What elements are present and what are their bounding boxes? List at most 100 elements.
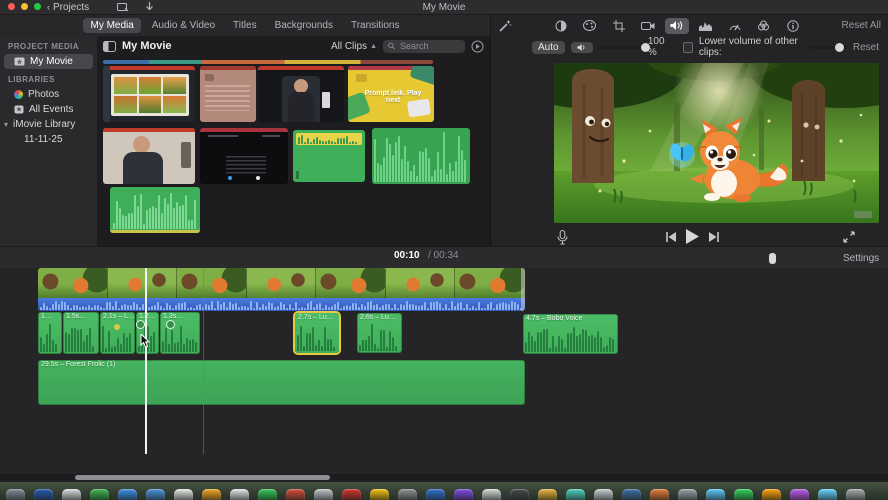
filmstrip-frame [177, 268, 247, 298]
mute-button[interactable] [570, 41, 593, 53]
dock-app-icon[interactable] [454, 489, 473, 500]
dock-app-icon[interactable] [202, 489, 221, 500]
auto-volume-button[interactable]: Auto [531, 40, 565, 54]
thumbnail-presenter-video-dark[interactable] [258, 66, 344, 122]
speed-icon[interactable] [723, 18, 747, 34]
dock-app-icon[interactable] [622, 489, 641, 500]
dock-app-icon[interactable] [370, 489, 389, 500]
audio-clip-bobo-voice[interactable]: 4.7s – Bobo Voice [523, 314, 618, 354]
dock-app-icon[interactable] [286, 489, 305, 500]
dock-app-icon[interactable] [790, 489, 809, 500]
dock-app-icon[interactable] [734, 489, 753, 500]
dock-app-icon[interactable] [594, 489, 613, 500]
search-icon [388, 42, 395, 50]
crop-icon[interactable] [607, 18, 631, 34]
sidebar-item-all-events[interactable]: All Events [0, 102, 97, 117]
clip-filter-icon[interactable] [752, 18, 776, 34]
next-frame-button[interactable] [709, 232, 720, 242]
thumbnail-screen-recording[interactable] [200, 128, 288, 184]
thumbnail-fox-grid-video[interactable] [103, 66, 195, 122]
thumbnail-prompt-card[interactable]: Prompt link. Play next [348, 66, 434, 122]
dock-app-icon[interactable] [538, 489, 557, 500]
audio-clip-2[interactable]: 1.5s… [63, 312, 99, 354]
thumbnail-audio-clip-yellow[interactable] [293, 130, 365, 182]
dock-app-icon[interactable] [818, 489, 837, 500]
dock-app-icon[interactable] [90, 489, 109, 500]
dock-app-icon[interactable] [398, 489, 417, 500]
dock-app-icon[interactable] [846, 489, 865, 500]
dock-app-icon[interactable] [426, 489, 445, 500]
thumbnail-presenter-video-light[interactable] [103, 128, 195, 184]
record-voiceover-icon[interactable] [557, 230, 568, 245]
thumbnail-audio-clip-small[interactable] [110, 187, 200, 233]
color-correction-icon[interactable] [578, 18, 602, 34]
video-clip[interactable] [38, 268, 525, 311]
dock-app-icon[interactable] [566, 489, 585, 500]
tab-titles[interactable]: Titles [226, 18, 264, 33]
dock-app-icon[interactable] [650, 489, 669, 500]
previous-frame-button[interactable] [665, 232, 676, 242]
sidebar-toggle-icon[interactable] [103, 40, 116, 52]
play-button[interactable] [685, 229, 699, 244]
audio-clip-7[interactable]: 2.6s – Lu… [357, 313, 402, 353]
dock-app-icon[interactable] [174, 489, 193, 500]
fade-handle[interactable] [166, 320, 175, 329]
thumbnail-audio-clip-waveform[interactable] [372, 128, 470, 184]
dock-app-icon[interactable] [482, 489, 501, 500]
ducking-slider[interactable] [808, 42, 847, 52]
volume-slider[interactable] [598, 42, 650, 52]
timeline-scrollbar-track [0, 474, 888, 480]
tab-audio-video[interactable]: Audio & Video [145, 18, 222, 33]
dock-app-icon[interactable] [762, 489, 781, 500]
tab-my-media[interactable]: My Media [83, 18, 141, 33]
sidebar-item-photos[interactable]: Photos [0, 87, 97, 102]
dock-app-icon[interactable] [314, 489, 333, 500]
volume-icon[interactable] [664, 17, 689, 34]
thumbnail-notes-document[interactable] [200, 66, 256, 122]
stabilization-icon[interactable] [636, 18, 660, 34]
fullscreen-icon[interactable] [843, 231, 855, 243]
playhead[interactable] [145, 268, 147, 454]
sidebar-item-my-movie[interactable]: My Movie [4, 54, 93, 69]
audio-clip-5[interactable]: 1.3s… [160, 312, 200, 354]
color-balance-icon[interactable] [549, 18, 573, 34]
dock-app-icon[interactable] [34, 489, 53, 500]
clip-trim-handle[interactable] [521, 268, 525, 311]
tab-backgrounds[interactable]: Backgrounds [268, 18, 340, 33]
music-clip-forest-frolic[interactable]: 29.5s – Forest Frolic (1) [38, 360, 525, 405]
scrolled-thumbnail-sliver[interactable] [103, 60, 433, 64]
dock-app-icon[interactable] [342, 489, 361, 500]
fade-handle[interactable] [136, 320, 145, 329]
circled-arrow-icon[interactable] [471, 40, 484, 53]
filmstrip-frame [455, 268, 525, 298]
dock-app-icon[interactable] [118, 489, 137, 500]
dock-app-icon[interactable] [706, 489, 725, 500]
dock-app-icon[interactable] [62, 489, 81, 500]
reset-all-button[interactable]: Reset All [842, 20, 881, 31]
dock-app-icon[interactable] [510, 489, 529, 500]
filmstrip-frame [107, 268, 178, 298]
timeline-settings-button[interactable]: Settings [843, 253, 879, 264]
lower-volume-checkbox[interactable] [683, 41, 693, 53]
audio-clip-1[interactable]: 1… [38, 312, 62, 354]
audio-clip-3[interactable]: 2.1s – L… [100, 312, 135, 354]
sidebar-item-event-date[interactable]: 11-11-25 [0, 132, 97, 147]
search-input[interactable] [398, 40, 460, 52]
dock-app-icon[interactable] [6, 489, 25, 500]
timeline-scrollbar-thumb[interactable] [75, 474, 330, 480]
search-field[interactable] [383, 39, 465, 53]
tab-transitions[interactable]: Transitions [344, 18, 407, 33]
dock-app-icon[interactable] [146, 489, 165, 500]
info-icon[interactable] [781, 18, 805, 34]
dock-app-icon[interactable] [678, 489, 697, 500]
dock-app-icon[interactable] [258, 489, 277, 500]
clip-filter-dropdown[interactable]: All Clips ▲ [331, 41, 377, 52]
noise-reduction-icon[interactable] [694, 18, 718, 34]
filmstrip-frame [246, 268, 317, 298]
reset-button[interactable]: Reset [853, 42, 879, 53]
dock-app-icon[interactable] [230, 489, 249, 500]
sidebar-item-imovie-library[interactable]: ▾ iMovie Library [0, 117, 97, 132]
magic-wand-icon[interactable] [499, 19, 512, 32]
volume-percent: 100 % [647, 36, 665, 58]
audio-clip-6-selected[interactable]: 2.7s – Lu… [295, 313, 339, 353]
